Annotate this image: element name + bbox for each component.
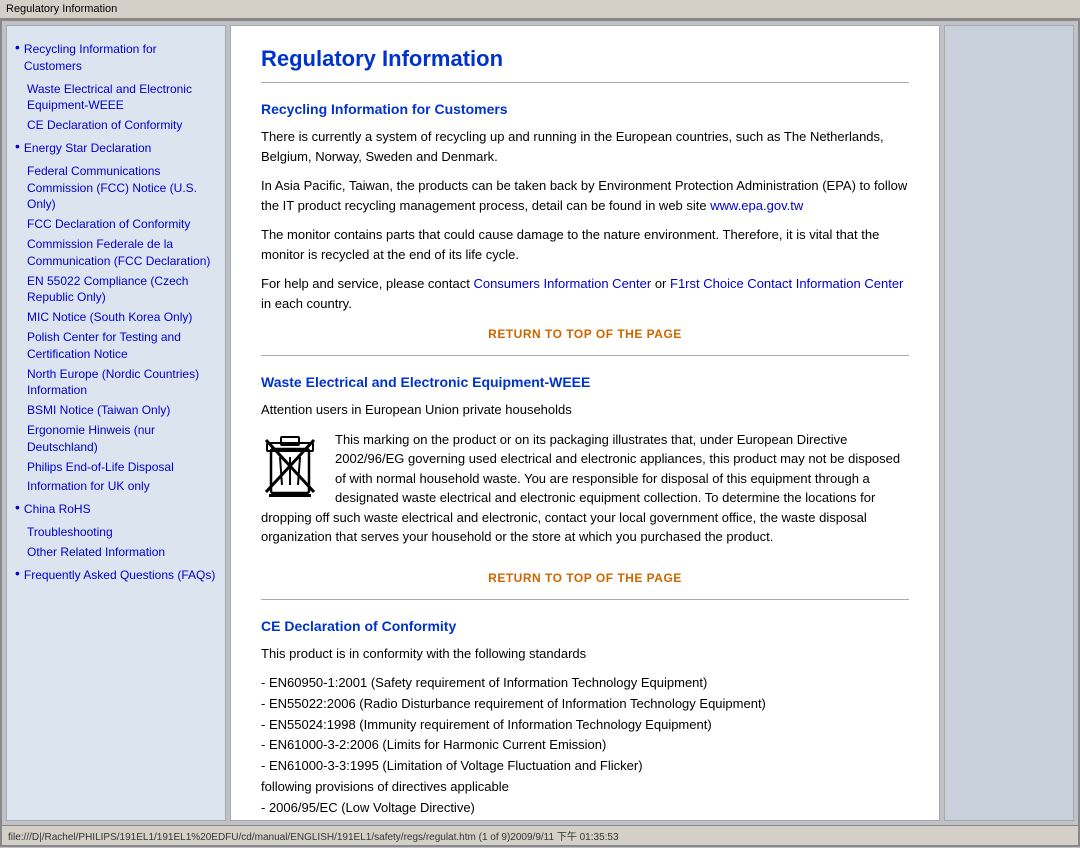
section-title-ce: CE Declaration of Conformity <box>261 618 909 634</box>
browser-window: • Recycling Information for Customers Wa… <box>0 19 1080 847</box>
main-content: Regulatory Information Recycling Informa… <box>230 25 940 821</box>
sidebar-link-polish[interactable]: Polish Center for Testing and Certificat… <box>27 329 217 363</box>
epa-link[interactable]: www.epa.gov.tw <box>710 198 803 213</box>
return-anchor-2[interactable]: RETURN TO TOP OF THE PAGE <box>488 571 682 585</box>
return-link-2[interactable]: RETURN TO TOP OF THE PAGE <box>261 571 909 585</box>
title-bar-text: Regulatory Information <box>6 3 117 15</box>
return-anchor-1[interactable]: RETURN TO TOP OF THE PAGE <box>488 327 682 341</box>
sidebar-link-en55022[interactable]: EN 55022 Compliance (Czech Republic Only… <box>27 273 217 307</box>
section-title-weee: Waste Electrical and Electronic Equipmen… <box>261 374 909 390</box>
sidebar-link-weee[interactable]: Waste Electrical and Electronic Equipmen… <box>27 81 217 115</box>
sidebar-link-commission[interactable]: Commission Federale de la Communication … <box>27 236 217 270</box>
recycling-para-2: In Asia Pacific, Taiwan, the products ca… <box>261 176 909 215</box>
sidebar-item-mic[interactable]: MIC Notice (South Korea Only) <box>15 309 217 326</box>
divider-1 <box>261 355 909 356</box>
page-title: Regulatory Information <box>261 46 909 72</box>
divider-2 <box>261 599 909 600</box>
sidebar-link-bsmi[interactable]: BSMI Notice (Taiwan Only) <box>27 402 217 419</box>
sidebar-item-en55022[interactable]: EN 55022 Compliance (Czech Republic Only… <box>15 273 217 307</box>
sidebar-link-troubleshoot[interactable]: Troubleshooting <box>27 524 217 541</box>
sidebar-link-mic[interactable]: MIC Notice (South Korea Only) <box>27 309 217 326</box>
title-bar: Regulatory Information <box>0 0 1080 19</box>
sidebar-link-fcc[interactable]: Federal Communications Commission (FCC) … <box>27 163 217 213</box>
weee-body: This marking on the product or on its pa… <box>261 430 909 557</box>
sidebar-item-fcc-decl[interactable]: FCC Declaration of Conformity <box>15 216 217 233</box>
sidebar-link-ergonomie[interactable]: Ergonomie Hinweis (nur Deutschland) <box>27 422 217 456</box>
sidebar-link-nordic[interactable]: North Europe (Nordic Countries) Informat… <box>27 366 217 400</box>
sidebar-link-faq[interactable]: Frequently Asked Questions (FAQs) <box>24 567 215 584</box>
bullet-icon: • <box>15 498 20 516</box>
sidebar-link-eol[interactable]: Philips End-of-Life Disposal <box>27 459 217 476</box>
std-1: - EN60950-1:2001 (Safety requirement of … <box>261 673 909 694</box>
sidebar-item-energy[interactable]: • Energy Star Declaration <box>15 137 217 160</box>
sidebar-item-recycling[interactable]: • Recycling Information for Customers <box>15 38 217 78</box>
bottom-bar: file:///D|/Rachel/PHILIPS/191EL1/191EL1%… <box>2 825 1078 845</box>
right-panel <box>944 25 1074 821</box>
sidebar-item-ergonomie[interactable]: Ergonomie Hinweis (nur Deutschland) <box>15 422 217 456</box>
std-7: - 2006/95/EC (Low Voltage Directive) <box>261 798 909 819</box>
weee-para-1: Attention users in European Union privat… <box>261 400 909 420</box>
sidebar: • Recycling Information for Customers Wa… <box>6 25 226 821</box>
std-2: - EN55022:2006 (Radio Disturbance requir… <box>261 694 909 715</box>
bullet-icon: • <box>15 137 20 155</box>
consumers-link[interactable]: Consumers Information Center <box>473 276 651 291</box>
sidebar-item-weee[interactable]: Waste Electrical and Electronic Equipmen… <box>15 81 217 115</box>
sidebar-link-energy[interactable]: Energy Star Declaration <box>24 140 151 157</box>
recycling-para-4: For help and service, please contact Con… <box>261 274 909 313</box>
sidebar-item-polish[interactable]: Polish Center for Testing and Certificat… <box>15 329 217 363</box>
sidebar-link-uk[interactable]: Information for UK only <box>27 478 217 495</box>
sidebar-link-china[interactable]: China RoHS <box>24 501 91 518</box>
sidebar-item-nordic[interactable]: North Europe (Nordic Countries) Informat… <box>15 366 217 400</box>
recycling-para-1: There is currently a system of recycling… <box>261 127 909 166</box>
recycling-para-3: The monitor contains parts that could ca… <box>261 225 909 264</box>
bullet-icon: • <box>15 564 20 582</box>
std-6: following provisions of directives appli… <box>261 777 909 798</box>
sidebar-item-other[interactable]: Other Related Information <box>15 544 217 561</box>
sidebar-item-uk[interactable]: Information for UK only <box>15 478 217 495</box>
weee-icon-svg <box>261 435 319 497</box>
weee-icon-container <box>261 435 321 497</box>
section-weee: Waste Electrical and Electronic Equipmen… <box>261 374 909 557</box>
return-link-1[interactable]: RETURN TO TOP OF THE PAGE <box>261 327 909 341</box>
std-3: - EN55024:1998 (Immunity requirement of … <box>261 715 909 736</box>
std-4: - EN61000-3-2:2006 (Limits for Harmonic … <box>261 735 909 756</box>
browser-content: • Recycling Information for Customers Wa… <box>2 21 1078 825</box>
sidebar-item-commission[interactable]: Commission Federale de la Communication … <box>15 236 217 270</box>
sidebar-item-bsmi[interactable]: BSMI Notice (Taiwan Only) <box>15 402 217 419</box>
sidebar-item-eol[interactable]: Philips End-of-Life Disposal <box>15 459 217 476</box>
bullet-icon: • <box>15 38 20 56</box>
section-ce: CE Declaration of Conformity This produc… <box>261 618 909 819</box>
ce-para-1: This product is in conformity with the f… <box>261 644 909 664</box>
sidebar-link-recycling[interactable]: Recycling Information for Customers <box>24 41 217 75</box>
weee-para-2: This marking on the product or on its pa… <box>261 430 909 547</box>
sidebar-link-fcc-decl[interactable]: FCC Declaration of Conformity <box>27 216 217 233</box>
sidebar-item-fcc[interactable]: Federal Communications Commission (FCC) … <box>15 163 217 213</box>
sidebar-item-ce[interactable]: CE Declaration of Conformity <box>15 117 217 134</box>
sidebar-link-ce[interactable]: CE Declaration of Conformity <box>27 117 217 134</box>
ce-standards-list: - EN60950-1:2001 (Safety requirement of … <box>261 673 909 819</box>
std-5: - EN61000-3-3:1995 (Limitation of Voltag… <box>261 756 909 777</box>
section-title-recycling: Recycling Information for Customers <box>261 101 909 117</box>
sidebar-link-other[interactable]: Other Related Information <box>27 544 217 561</box>
sidebar-item-faq[interactable]: • Frequently Asked Questions (FAQs) <box>15 564 217 587</box>
sidebar-item-china[interactable]: • China RoHS <box>15 498 217 521</box>
section-recycling: Recycling Information for Customers Ther… <box>261 101 909 313</box>
sidebar-item-troubleshoot[interactable]: Troubleshooting <box>15 524 217 541</box>
f1rst-link[interactable]: F1rst Choice Contact Information Center <box>670 276 903 291</box>
divider-top <box>261 82 909 83</box>
